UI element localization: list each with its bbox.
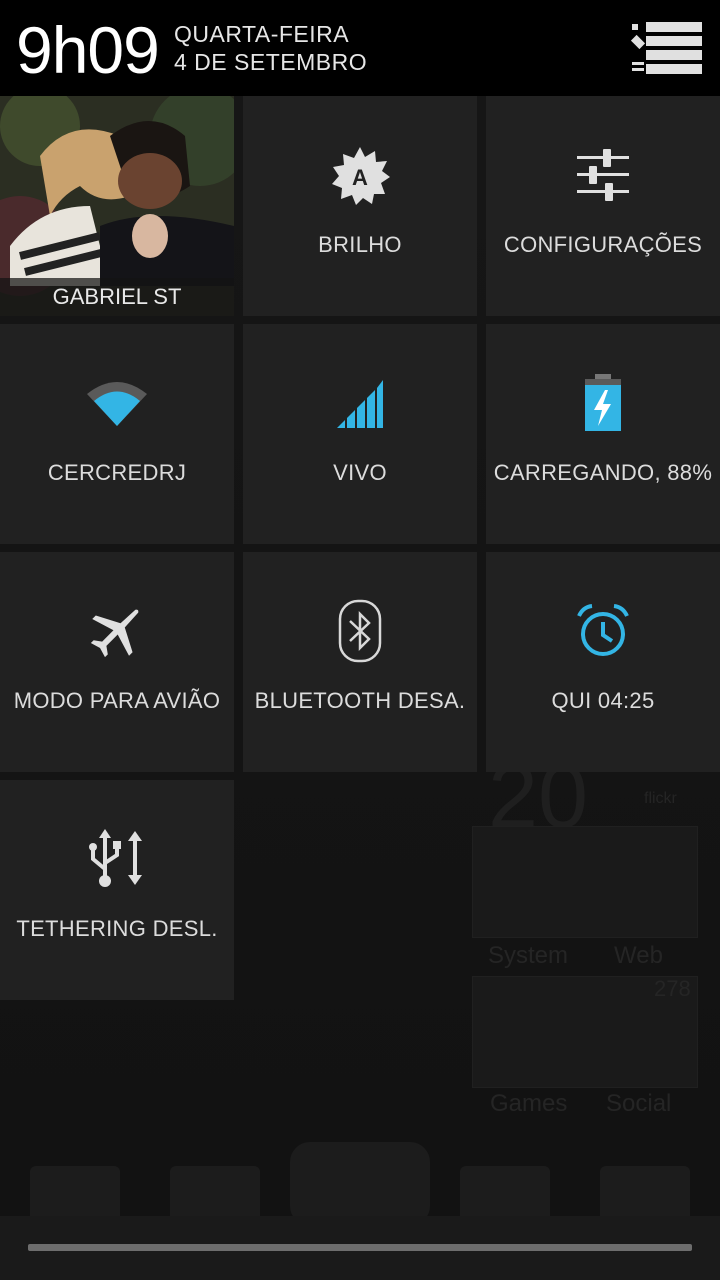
drag-handle[interactable] (28, 1244, 692, 1251)
usb-tether-icon (89, 829, 142, 887)
brightness-label: BRILHO (318, 232, 402, 257)
bluetooth-label: BLUETOOTH DESA. (254, 688, 466, 713)
auto-brightness-icon: A (332, 147, 390, 205)
date-block[interactable]: QUARTA-FEIRA 4 DE SETEMBRO (174, 20, 367, 76)
user-tile[interactable]: GABRIEL ST (0, 96, 234, 316)
settings-label: CONFIGURAÇÕES (503, 232, 703, 257)
signal-bars-icon (337, 380, 383, 428)
folder-label-games: Games (490, 1090, 568, 1117)
bluetooth-tile[interactable]: BLUETOOTH DESA. (243, 552, 477, 772)
signal-label: VIVO (333, 460, 387, 485)
tethering-icon-wrap (0, 824, 234, 894)
alarm-icon-wrap (486, 596, 720, 666)
alarm-clock-icon (577, 604, 629, 656)
sliders-icon (577, 149, 629, 201)
user-name-label: GABRIEL ST (0, 278, 234, 316)
dock-app (290, 1142, 430, 1226)
folder-label-system: System (488, 942, 569, 969)
battery-charging-icon (585, 374, 621, 431)
wifi-tile[interactable]: CERCREDRJ (0, 324, 234, 544)
list-settings-icon (630, 22, 702, 74)
brightness-tile[interactable]: A BRILHO (243, 96, 477, 316)
airplane-icon (90, 609, 139, 658)
signal-tile[interactable]: VIVO (243, 324, 477, 544)
notification-shade: 20 flickr System Web 278 Games Social 9h… (0, 0, 720, 1280)
wifi-label: CERCREDRJ (47, 460, 187, 485)
notifications-toggle-button[interactable] (630, 16, 708, 80)
battery-label: CARREGANDO, 88% (493, 460, 713, 485)
folder-tile (472, 826, 698, 938)
folder-badge: 278 (654, 976, 691, 1001)
airplane-mode-label: MODO PARA AVIÃO (13, 688, 221, 713)
airplane-mode-tile[interactable]: MODO PARA AVIÃO (0, 552, 234, 772)
svg-text:A: A (352, 165, 368, 190)
bluetooth-icon-wrap (243, 596, 477, 666)
tethering-tile[interactable]: TETHERING DESL. (0, 780, 234, 1000)
wifi-icon-wrap (0, 368, 234, 438)
shade-handle-bar[interactable] (0, 1216, 720, 1280)
clock-time[interactable]: 9h09 (16, 12, 160, 88)
bluetooth-icon (338, 599, 382, 663)
widget-label: flickr (644, 790, 677, 807)
alarm-label: QUI 04:25 (551, 688, 655, 713)
folder-label-web: Web (614, 942, 663, 969)
settings-tile[interactable]: CONFIGURAÇÕES (486, 96, 720, 316)
wifi-icon (87, 382, 147, 426)
weekday-label: QUARTA-FEIRA (174, 21, 350, 47)
brightness-icon-wrap: A (243, 140, 477, 210)
signal-icon-wrap (243, 368, 477, 438)
folder-label-social: Social (606, 1090, 672, 1117)
alarm-tile[interactable]: QUI 04:25 (486, 552, 720, 772)
airplane-icon-wrap (0, 596, 234, 666)
settings-icon-wrap (486, 140, 720, 210)
battery-icon-wrap (486, 368, 720, 438)
date-label: 4 DE SETEMBRO (174, 49, 368, 75)
status-header: 9h09 QUARTA-FEIRA 4 DE SETEMBRO (0, 0, 720, 96)
battery-tile[interactable]: CARREGANDO, 88% (486, 324, 720, 544)
tethering-label: TETHERING DESL. (16, 916, 218, 941)
